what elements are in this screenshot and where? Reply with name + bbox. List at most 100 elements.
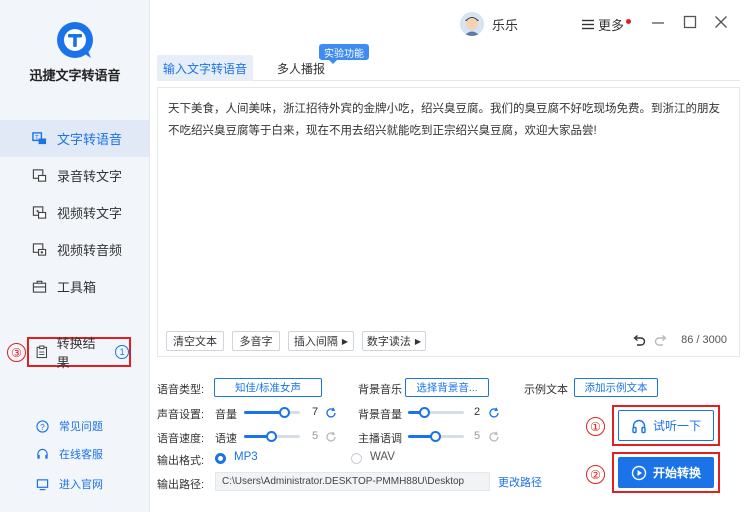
svg-text:T: T — [35, 134, 39, 141]
redo-icon[interactable] — [654, 334, 668, 348]
tab-text-to-speech[interactable]: 输入文字转语音 — [157, 55, 253, 81]
faq-link-label: 常见问题 — [59, 421, 103, 433]
minimize-icon[interactable] — [650, 14, 666, 30]
speed-slider-handle[interactable] — [266, 431, 277, 442]
undo-icon[interactable] — [632, 334, 646, 348]
sidebar-item-video-to-text[interactable]: 视频转文字 — [0, 194, 150, 231]
result-count-badge: 1 — [115, 345, 129, 359]
speed-slider[interactable] — [244, 431, 300, 442]
bgm-button[interactable]: 选择背景音... — [405, 378, 489, 397]
volume-label: 音量 — [215, 409, 237, 421]
sidebar-item-record-to-text[interactable]: 录音转文字 — [0, 157, 150, 194]
monitor-icon — [36, 478, 49, 490]
bg-volume-value: 2 — [474, 406, 481, 418]
sidebar-item-text-to-speech[interactable]: T 文字转语音 — [0, 120, 150, 157]
username: 乐乐 — [492, 17, 519, 33]
headphones-icon — [632, 419, 646, 433]
speed-section-label: 语音速度: — [157, 433, 205, 445]
faq-link[interactable]: ? 常见问题 — [36, 418, 103, 434]
char-count: 86 / 3000 — [681, 334, 727, 346]
try-listen-label: 试听一下 — [652, 419, 701, 433]
wav-radio[interactable] — [351, 453, 362, 464]
insert-pause-label: 插入间隔 — [293, 336, 338, 348]
close-icon[interactable] — [713, 14, 729, 30]
experiment-badge: 实验功能 — [319, 44, 369, 64]
reset-volume-icon[interactable] — [325, 407, 337, 419]
official-site-label: 进入官网 — [59, 479, 103, 491]
official-site-link[interactable]: 进入官网 — [36, 476, 103, 492]
triangle-right-icon: ▶ — [414, 336, 422, 346]
sidebar-item-label: 视频转文字 — [57, 206, 123, 221]
format-label: 输出格式: — [157, 455, 205, 467]
start-conversion-button[interactable]: 开始转换 — [618, 457, 714, 488]
number-reading-button[interactable]: 数字读法 ▶ — [362, 331, 426, 351]
text-editor[interactable]: 天下美食，人间美味，浙江招待外宾的金牌小吃，绍兴臭豆腐。我们的臭豆腐不好吃现场免… — [157, 87, 740, 357]
sidebar-item-label: 工具箱 — [57, 280, 97, 295]
online-support-link[interactable]: 在线客服 — [36, 446, 103, 462]
pitch-slider[interactable] — [408, 431, 464, 442]
bg-volume-slider[interactable] — [408, 407, 464, 418]
reset-speed-icon[interactable] — [325, 431, 337, 443]
speed-value: 5 — [312, 430, 319, 442]
app-title: 迅捷文字转语音 — [29, 68, 121, 83]
pitch-label: 主播语调 — [358, 433, 402, 445]
annotation-one: ① — [586, 417, 605, 436]
toolbox-icon — [32, 280, 47, 293]
question-icon: ? — [36, 419, 49, 433]
triangle-right-icon: ▶ — [341, 336, 349, 346]
pitch-value: 5 — [474, 430, 481, 442]
avatar — [460, 12, 484, 36]
annotation-two: ② — [586, 465, 605, 484]
sidebar-item-conversion-result[interactable]: 转换结果 1 — [27, 336, 131, 370]
pitch-slider-handle[interactable] — [430, 431, 441, 442]
sample-text-button[interactable]: 添加示例文本 — [574, 378, 658, 397]
bgm-label: 背景音乐 — [358, 384, 402, 396]
svg-text:?: ? — [40, 421, 45, 431]
insert-pause-button[interactable]: 插入间隔 ▶ — [288, 331, 354, 351]
notification-dot — [626, 19, 632, 24]
headset-icon — [37, 448, 48, 459]
sound-settings-label: 声音设置: — [157, 409, 205, 421]
mp3-radio[interactable] — [215, 453, 226, 464]
start-button-highlight: 开始转换 — [612, 452, 720, 493]
tab-bar: 输入文字转语音 多人播报 — [157, 55, 740, 81]
sidebar-item-label: 录音转文字 — [57, 169, 123, 184]
bg-volume-slider-handle[interactable] — [419, 407, 430, 418]
try-listen-button[interactable]: 试听一下 — [618, 410, 714, 441]
volume-slider-fill — [244, 411, 284, 414]
sidebar-item-label: 转换结果 — [56, 336, 96, 370]
volume-slider[interactable] — [244, 407, 300, 418]
maximize-icon[interactable] — [682, 14, 698, 30]
app-logo-icon — [57, 22, 93, 58]
volume-slider-handle[interactable] — [279, 407, 290, 418]
sidebar-item-video-to-audio[interactable]: 视频转音频 — [0, 231, 150, 268]
output-path-field[interactable]: C:\Users\Administrator.DESKTOP-PMMH88U\D… — [215, 472, 490, 491]
user-profile[interactable]: 乐乐 — [460, 12, 518, 36]
voice-type-button[interactable]: 知佳/标准女声 — [214, 378, 322, 397]
clear-text-button[interactable]: 清空文本 — [166, 331, 224, 351]
editor-text[interactable]: 天下美食，人间美味，浙江招待外宾的金牌小吃，绍兴臭豆腐。我们的臭豆腐不好吃现场免… — [168, 98, 728, 142]
more-menu-button[interactable]: 更多 — [582, 15, 632, 34]
volume-value: 7 — [312, 406, 319, 418]
online-support-label: 在线客服 — [59, 449, 103, 461]
wav-label: WAV — [370, 451, 395, 463]
sidebar-item-label: 文字转语音 — [57, 132, 123, 147]
change-path-link[interactable]: 更改路径 — [498, 474, 542, 490]
record-to-text-icon — [32, 169, 47, 182]
polyphone-button[interactable]: 多音字 — [232, 331, 280, 351]
video-to-audio-icon — [32, 243, 47, 256]
reset-pitch-icon[interactable] — [488, 431, 500, 443]
start-conversion-label: 开始转换 — [652, 466, 701, 480]
video-to-text-icon — [32, 206, 47, 219]
try-button-highlight: 试听一下 — [612, 405, 720, 446]
speed-label: 语速 — [215, 433, 237, 445]
reset-bg-volume-icon[interactable] — [488, 407, 500, 419]
menu-icon — [582, 19, 594, 30]
sidebar-item-toolbox[interactable]: 工具箱 — [0, 268, 150, 305]
play-circle-icon — [631, 465, 647, 480]
voice-type-label: 语音类型: — [157, 384, 205, 396]
sample-text-label: 示例文本 — [524, 384, 568, 396]
clipboard-icon — [36, 345, 48, 359]
more-label: 更多 — [598, 18, 625, 33]
number-reading-label: 数字读法 — [366, 336, 411, 348]
